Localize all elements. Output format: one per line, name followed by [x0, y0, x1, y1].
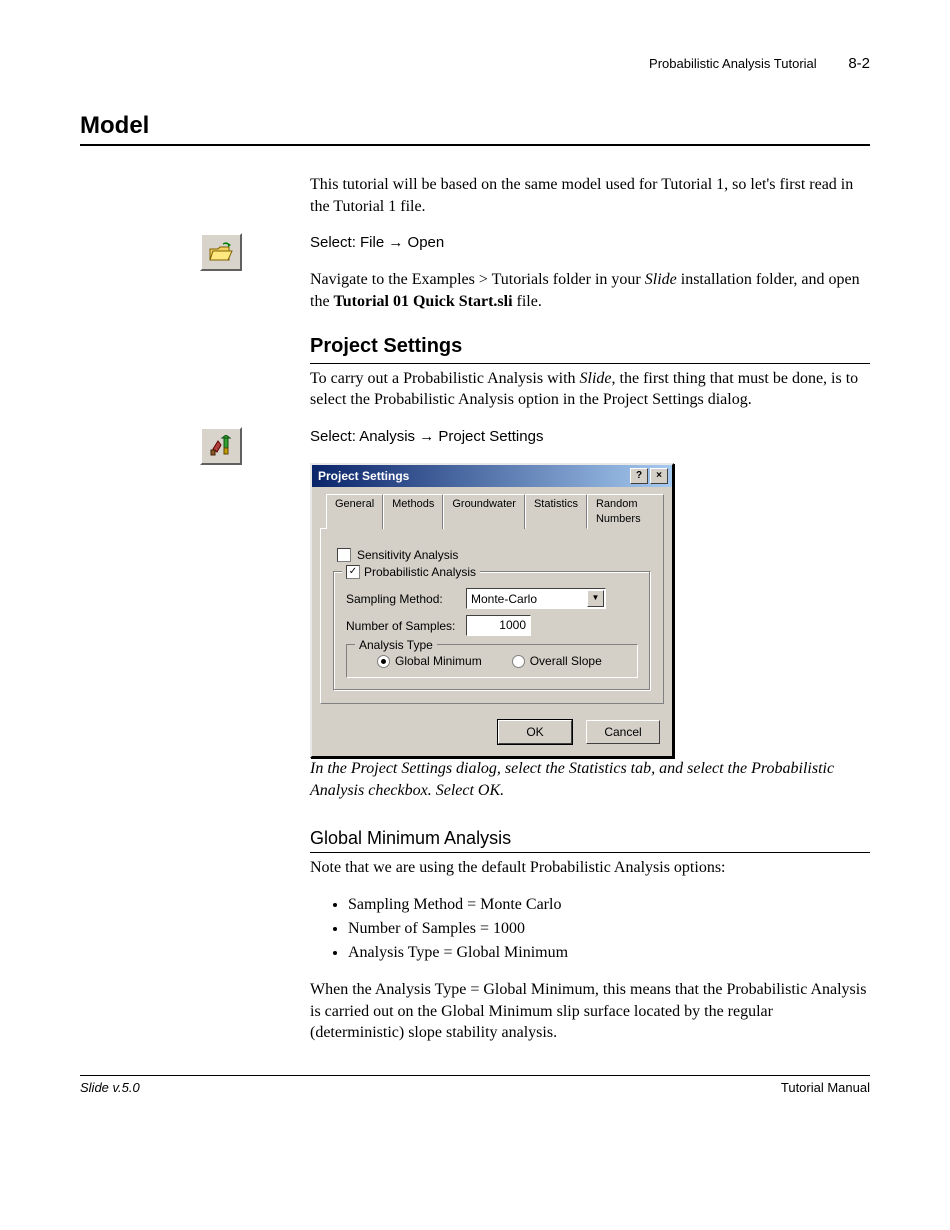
chevron-down-icon[interactable]: ▼ [587, 590, 604, 607]
global-minimum-heading: Global Minimum Analysis [310, 826, 870, 853]
footer-right: Tutorial Manual [781, 1080, 870, 1095]
sensitivity-checkbox-row[interactable]: Sensitivity Analysis [337, 547, 651, 563]
list-item: Number of Samples = 1000 [348, 918, 870, 940]
open-file-icon [200, 233, 242, 271]
dialog-caption: In the Project Settings dialog, select t… [310, 758, 870, 801]
analysis-type-fieldset: Analysis Type Global Minimum Overall Slo… [346, 644, 638, 678]
intro-paragraph: This tutorial will be based on the same … [310, 174, 870, 217]
project-settings-icon [200, 427, 242, 465]
tab-general[interactable]: General [326, 494, 383, 529]
radio-on-icon[interactable] [377, 655, 390, 668]
probabilistic-legend[interactable]: ✓ Probabilistic Analysis [342, 564, 480, 580]
gm-paragraph: When the Analysis Type = Global Minimum,… [310, 979, 870, 1044]
footer-left: Slide v.5.0 [80, 1080, 140, 1095]
number-samples-input[interactable]: 1000 [466, 615, 531, 636]
tab-methods[interactable]: Methods [383, 494, 443, 529]
dialog-title: Project Settings [318, 468, 409, 484]
checkbox-checked-icon[interactable]: ✓ [346, 565, 360, 579]
tab-groundwater[interactable]: Groundwater [443, 494, 525, 529]
dialog-tabs: General Methods Groundwater Statistics R… [312, 487, 672, 528]
project-settings-paragraph: To carry out a Probabilistic Analysis wi… [310, 368, 870, 411]
options-list: Sampling Method = Monte Carlo Number of … [310, 894, 870, 963]
cancel-button[interactable]: Cancel [586, 720, 660, 744]
doc-title: Probabilistic Analysis Tutorial [649, 56, 817, 71]
dialog-titlebar[interactable]: Project Settings ? × [312, 465, 672, 487]
menu-path-open: Select: File → Open [310, 233, 870, 253]
tab-random-numbers[interactable]: Random Numbers [587, 494, 664, 529]
radio-global-minimum[interactable]: Global Minimum [377, 653, 482, 669]
project-settings-heading: Project Settings [310, 333, 870, 364]
list-item: Sampling Method = Monte Carlo [348, 894, 870, 916]
page-footer: Slide v.5.0 Tutorial Manual [80, 1075, 870, 1095]
page-number: 8-2 [848, 55, 870, 72]
section-heading: Model [80, 112, 870, 146]
navigate-paragraph: Navigate to the Examples > Tutorials fol… [310, 269, 870, 312]
page-header: Probabilistic Analysis Tutorial 8-2 [80, 55, 870, 72]
radio-off-icon[interactable] [512, 655, 525, 668]
sampling-method-label: Sampling Method: [346, 591, 456, 607]
probabilistic-fieldset: ✓ Probabilistic Analysis Sampling Method… [333, 571, 651, 691]
number-samples-label: Number of Samples: [346, 618, 456, 634]
sensitivity-label: Sensitivity Analysis [357, 547, 458, 563]
project-settings-dialog: Project Settings ? × General Methods Gro… [310, 463, 674, 758]
ok-button[interactable]: OK [498, 720, 572, 744]
help-icon[interactable]: ? [630, 468, 648, 484]
gm-note: Note that we are using the default Proba… [310, 857, 870, 879]
checkbox-icon[interactable] [337, 548, 351, 562]
list-item: Analysis Type = Global Minimum [348, 942, 870, 964]
sampling-method-select[interactable]: Monte-Carlo ▼ [466, 588, 606, 609]
close-icon[interactable]: × [650, 468, 668, 484]
radio-overall-slope[interactable]: Overall Slope [512, 653, 602, 669]
menu-path-project-settings: Select: Analysis → Project Settings [310, 427, 870, 447]
tab-statistics[interactable]: Statistics [525, 494, 587, 529]
tab-panel-statistics: Sensitivity Analysis ✓ Probabilistic Ana… [320, 528, 664, 704]
analysis-type-legend: Analysis Type [355, 637, 437, 653]
